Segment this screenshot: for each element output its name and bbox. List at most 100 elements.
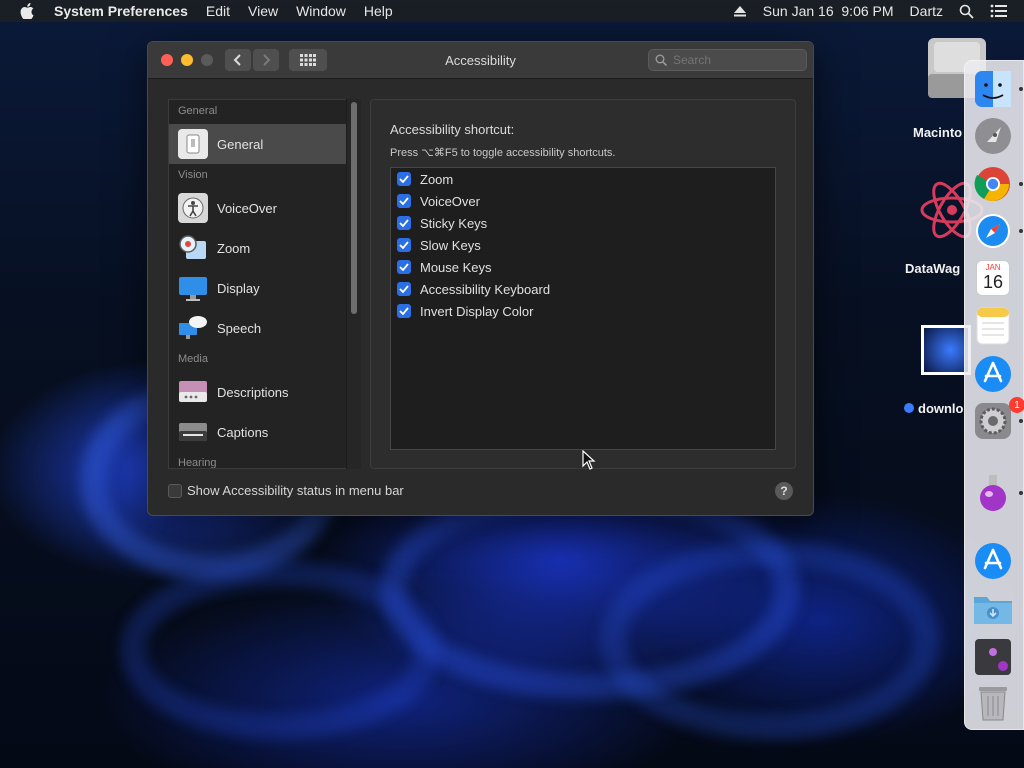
dock-system-preferences[interactable]: 1: [973, 397, 1024, 441]
checkmark-icon: [399, 285, 409, 293]
dock-launchpad[interactable]: [973, 116, 1013, 156]
sidebar-item-label: VoiceOver: [217, 200, 277, 216]
shortcut-row-zoom[interactable]: Zoom: [391, 168, 775, 190]
desktop-label-disk[interactable]: Macinto: [913, 125, 962, 140]
checkmark-icon: [399, 197, 409, 205]
sidebar-item-general[interactable]: General: [169, 124, 346, 164]
checkbox-checked[interactable]: [397, 282, 411, 296]
checkbox-checked[interactable]: [397, 238, 411, 252]
status-menu-option[interactable]: Show Accessibility status in menu bar: [168, 483, 404, 498]
checkbox-checked[interactable]: [397, 304, 411, 318]
sidebar-item-voiceover[interactable]: VoiceOver: [169, 188, 346, 228]
checkbox-checked[interactable]: [397, 216, 411, 230]
descriptions-icon: [178, 377, 208, 407]
sidebar-section-vision: Vision: [178, 169, 208, 181]
dock-app-store[interactable]: [973, 354, 1013, 394]
spotlight-search-icon[interactable]: [959, 4, 974, 19]
checkmark-icon: [399, 219, 409, 227]
sidebar-item-speech[interactable]: Speech: [169, 308, 346, 348]
dock-trash[interactable]: [973, 683, 1013, 723]
notes-icon: [976, 307, 1010, 345]
shortcut-row-voiceover[interactable]: VoiceOver: [391, 190, 775, 212]
shortcut-row-slow-keys[interactable]: Slow Keys: [391, 234, 775, 256]
sidebar-section-general: General: [178, 105, 218, 117]
search-field[interactable]: [648, 49, 807, 71]
menu-datetime[interactable]: Sun Jan 16 9:06 PM: [763, 3, 894, 19]
running-indicator: [1019, 182, 1023, 186]
shortcut-label: Zoom: [420, 171, 454, 187]
shortcut-label: Mouse Keys: [420, 259, 492, 275]
chrome-icon: [974, 167, 1010, 201]
shortcut-row-sticky-keys[interactable]: Sticky Keys: [391, 212, 775, 234]
shortcut-label: VoiceOver: [420, 193, 480, 209]
menu-edit[interactable]: Edit: [206, 3, 230, 19]
desktop-label-datawag[interactable]: DataWag: [905, 261, 960, 276]
app-store-icon: [975, 543, 1011, 579]
pane-title: Accessibility shortcut:: [390, 122, 515, 137]
dock-notes[interactable]: [973, 306, 1013, 346]
shortcut-label: Accessibility Keyboard: [420, 281, 551, 297]
notification-badge: 1: [1009, 397, 1024, 413]
menu-app-name[interactable]: System Preferences: [54, 3, 188, 19]
menu-window[interactable]: Window: [296, 3, 346, 19]
desktop-label-download[interactable]: downlo: [918, 401, 964, 416]
running-indicator: [1019, 87, 1023, 91]
installer-flask-icon: [980, 475, 1006, 511]
dock: JAN 16 1: [964, 60, 1024, 730]
checkmark-icon: [399, 263, 409, 271]
sidebar-item-label: Speech: [217, 320, 262, 336]
dock-chrome[interactable]: [973, 164, 1013, 204]
checkbox-checked[interactable]: [397, 260, 411, 274]
accessibility-general-pane: Accessibility shortcut: Press ⌥⌘F5 to to…: [370, 99, 796, 469]
checkbox-checked[interactable]: [397, 194, 411, 208]
calendar-month: JAN: [985, 263, 1001, 272]
checkbox-unchecked[interactable]: [168, 483, 182, 498]
checkbox-checked[interactable]: [397, 172, 411, 186]
help-button[interactable]: ?: [775, 482, 793, 500]
sidebar-item-captions[interactable]: Captions: [169, 412, 346, 452]
shortcut-label: Slow Keys: [420, 237, 481, 253]
sidebar-item-zoom[interactable]: Zoom: [169, 228, 346, 268]
dock-recent-item[interactable]: [973, 637, 1013, 677]
category-sidebar[interactable]: General General Vision VoiceOver Zoom Di…: [168, 99, 361, 469]
mouse-cursor-icon: [582, 450, 596, 470]
dock-downloads-folder[interactable]: [973, 589, 1013, 629]
status-menu-label: Show Accessibility status in menu bar: [187, 483, 404, 498]
downloads-folder-icon: [974, 597, 1012, 624]
sidebar-scroll-thumb[interactable]: [351, 102, 357, 314]
sidebar-item-label: Display: [217, 280, 260, 296]
desktop-download-tag-dot: [904, 403, 914, 413]
dock-calendar[interactable]: JAN 16: [973, 258, 1013, 298]
sidebar-scrollbar[interactable]: [346, 99, 361, 469]
menu-view[interactable]: View: [248, 3, 278, 19]
app-store-icon: [975, 356, 1011, 392]
shortcut-row-mouse-keys[interactable]: Mouse Keys: [391, 256, 775, 278]
system-preferences-window: Accessibility General General Vision Voi…: [147, 41, 814, 516]
wallpaper-swirl: [120, 560, 440, 740]
finder-icon: [975, 71, 1011, 107]
window-titlebar[interactable]: Accessibility: [148, 42, 813, 79]
checkmark-icon: [399, 241, 409, 249]
zoom-icon: [178, 233, 208, 263]
sidebar-item-descriptions[interactable]: Descriptions: [169, 372, 346, 412]
sidebar-item-display[interactable]: Display: [169, 268, 346, 308]
pane-subtitle: Press ⌥⌘F5 to toggle accessibility short…: [390, 147, 616, 159]
sidebar-item-label: Captions: [217, 424, 269, 440]
control-center-icon[interactable]: [990, 4, 1008, 18]
checkmark-icon: [399, 175, 409, 183]
safari-compass-icon: [976, 214, 1010, 248]
eject-icon[interactable]: [733, 5, 747, 17]
shortcut-row-invert-display-color[interactable]: Invert Display Color: [391, 300, 775, 322]
menu-help[interactable]: Help: [364, 3, 393, 19]
apple-icon[interactable]: [20, 3, 34, 19]
sidebar-item-label: General: [217, 136, 264, 152]
shortcut-list[interactable]: Zoom VoiceOver Sticky Keys Slow Keys Mou…: [390, 167, 776, 450]
dock-installer[interactable]: [973, 473, 1013, 513]
dock-app-store-downloads[interactable]: [973, 541, 1013, 581]
shortcut-row-accessibility-keyboard[interactable]: Accessibility Keyboard: [391, 278, 775, 300]
menu-user[interactable]: Dartz: [910, 3, 943, 19]
dock-finder[interactable]: [973, 69, 1013, 109]
system-preferences-gear-icon: [975, 403, 1011, 439]
search-input[interactable]: [673, 53, 793, 67]
dock-safari[interactable]: [973, 211, 1013, 251]
